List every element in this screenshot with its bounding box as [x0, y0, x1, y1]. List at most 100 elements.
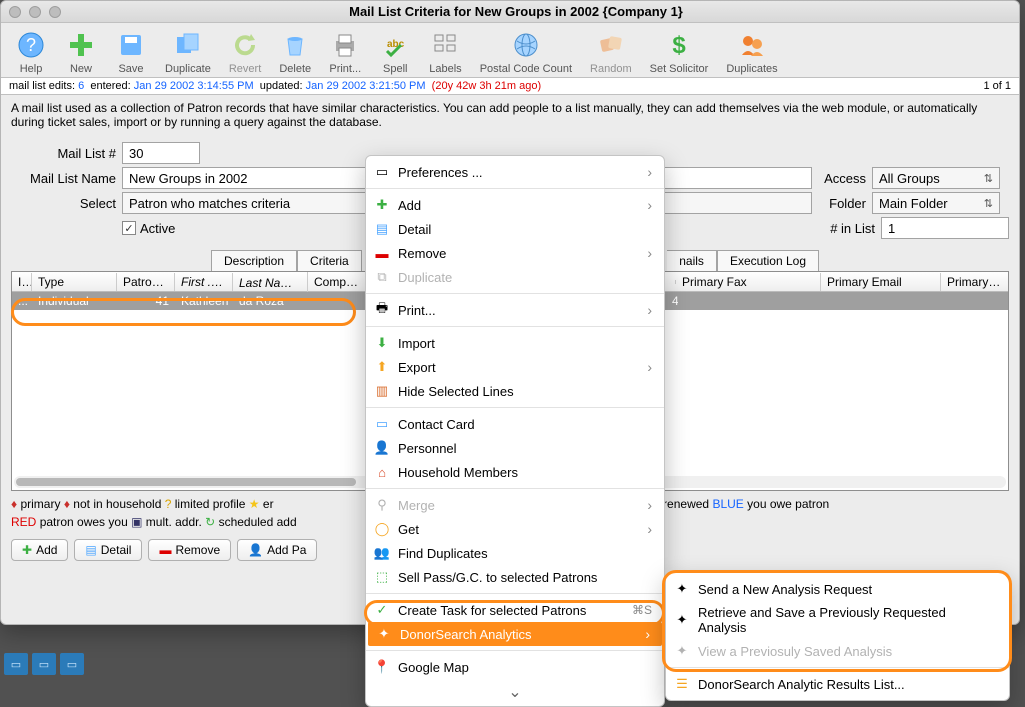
donorsearch-submenu[interactable]: ✦Send a New Analysis Request ✦Retrieve a… — [665, 572, 1010, 701]
chevron-down-icon[interactable]: ⌄ — [366, 679, 664, 702]
mail-list-num-field[interactable] — [122, 142, 200, 164]
menu-contact-card[interactable]: ▭Contact Card — [366, 412, 664, 436]
save-button[interactable]: Save — [109, 27, 153, 77]
mail-list-num-label: Mail List # — [11, 146, 116, 161]
print-button[interactable]: Print... — [323, 27, 367, 77]
revert-button[interactable]: Revert — [223, 27, 267, 77]
add-button[interactable]: ✚Add — [11, 539, 68, 561]
detail-button[interactable]: ▤Detail — [74, 539, 142, 561]
menu-import[interactable]: ⬇Import — [366, 331, 664, 355]
detail-icon: ▤ — [374, 221, 390, 237]
status-bar: mail list edits: 6 entered: Jan 29 2002 … — [1, 78, 1019, 95]
merge-icon: ⚲ — [374, 497, 390, 513]
chevron-right-icon: › — [647, 359, 652, 375]
submenu-retrieve[interactable]: ✦Retrieve and Save a Previously Requeste… — [666, 601, 1009, 639]
record-pager: 1 of 1 — [983, 80, 1011, 92]
menu-donorsearch[interactable]: ✦DonorSearch Analytics› — [368, 622, 662, 646]
menu-sell-pass[interactable]: ⬚Sell Pass/G.C. to selected Patrons — [366, 565, 664, 589]
duplicate-button[interactable]: Duplicate — [159, 27, 217, 77]
access-select[interactable]: All Groups⇅ — [872, 167, 1000, 189]
col-primary-email[interactable]: Primary Email — [821, 273, 941, 291]
trash-icon — [279, 29, 311, 61]
mail-list-name-label: Mail List Name — [11, 171, 116, 186]
col-patron[interactable]: Patron # — [117, 273, 175, 291]
plus-icon: ✚ — [22, 543, 32, 557]
delete-button[interactable]: Delete — [273, 27, 317, 77]
zoom-window-button[interactable] — [49, 6, 61, 18]
col-icon[interactable]: I... — [12, 273, 32, 291]
menu-google-map[interactable]: 📍Google Map — [366, 655, 664, 679]
menu-detail[interactable]: ▤Detail — [366, 217, 664, 241]
toolbar: ?Help New Save Duplicate Revert Delete P… — [1, 23, 1019, 78]
col-primary-w[interactable]: Primary W... — [941, 273, 1008, 291]
menu-preferences[interactable]: ▭Preferences ...› — [366, 160, 664, 184]
window-icon: ▭ — [374, 164, 390, 180]
context-menu[interactable]: ▭Preferences ...› ✚Add› ▤Detail ▬Remove›… — [365, 155, 665, 707]
menu-duplicate: ⧉Duplicate — [366, 265, 664, 289]
chevron-updown-icon: ⇅ — [984, 197, 993, 210]
postal-count-button[interactable]: Postal Code Count — [474, 27, 578, 77]
dock-item[interactable]: ▭ — [60, 653, 84, 675]
folder-select[interactable]: Main Folder⇅ — [872, 192, 1000, 214]
plus-icon — [65, 29, 97, 61]
minus-icon: ▬ — [374, 245, 390, 261]
duplicate-icon — [172, 29, 204, 61]
chevron-right-icon: › — [647, 521, 652, 537]
menu-print[interactable]: 🖶Print...› — [366, 298, 664, 322]
duplicate-icon: ⧉ — [374, 269, 390, 285]
submenu-view: ✦View a Previosuly Saved Analysis — [666, 639, 1009, 663]
menu-add[interactable]: ✚Add› — [366, 193, 664, 217]
add-patron-button[interactable]: 👤Add Pa — [237, 539, 317, 561]
menu-export[interactable]: ⬆Export› — [366, 355, 664, 379]
menu-find-duplicates[interactable]: 👥Find Duplicates — [366, 541, 664, 565]
people-icon — [736, 29, 768, 61]
revert-icon — [229, 29, 261, 61]
scroll-thumb[interactable] — [16, 478, 356, 486]
tab-mails[interactable]: nails — [667, 250, 717, 271]
dock-item[interactable]: ▭ — [4, 653, 28, 675]
menu-merge: ⚲Merge› — [366, 493, 664, 517]
menu-household[interactable]: ⌂Household Members — [366, 460, 664, 484]
menu-remove[interactable]: ▬Remove› — [366, 241, 664, 265]
chevron-right-icon: › — [647, 245, 652, 261]
menu-get[interactable]: ◯Get› — [366, 517, 664, 541]
col-type[interactable]: Type — [32, 273, 117, 291]
set-solicitor-button[interactable]: $Set Solicitor — [644, 27, 715, 77]
traffic-lights — [9, 6, 61, 18]
tab-criteria[interactable]: Criteria — [297, 250, 362, 271]
chevron-updown-icon: ⇅ — [984, 172, 993, 185]
labels-button[interactable]: Labels — [423, 27, 467, 77]
folder-label: Folder — [818, 196, 866, 211]
list-icon: ☰ — [674, 676, 690, 692]
new-button[interactable]: New — [59, 27, 103, 77]
close-window-button[interactable] — [9, 6, 21, 18]
detail-icon: ▤ — [85, 543, 96, 557]
col-company[interactable]: Compa... — [308, 273, 366, 291]
col-primary-fax[interactable]: Primary Fax — [676, 273, 821, 291]
spell-button[interactable]: abcSpell — [373, 27, 417, 77]
chevron-right-icon: › — [647, 197, 652, 213]
plus-icon: ✚ — [374, 197, 390, 213]
remove-button[interactable]: ▬Remove — [148, 539, 231, 561]
col-first[interactable]: First ... ^ — [175, 273, 233, 291]
dock-item[interactable]: ▭ — [32, 653, 56, 675]
active-checkbox[interactable]: ✓Active — [122, 221, 175, 236]
col-last[interactable]: Last Name1 — [233, 272, 308, 292]
minimize-window-button[interactable] — [29, 6, 41, 18]
help-button[interactable]: ?Help — [9, 27, 53, 77]
submenu-send-request[interactable]: ✦Send a New Analysis Request — [666, 577, 1009, 601]
num-in-list-field[interactable] — [881, 217, 1009, 239]
print-icon — [329, 29, 361, 61]
menu-personnel[interactable]: 👤Personnel — [366, 436, 664, 460]
tab-execution-log[interactable]: Execution Log — [717, 250, 819, 271]
menu-create-task[interactable]: ✓Create Task for selected Patrons⌘S — [366, 598, 664, 622]
random-button[interactable]: Random — [584, 27, 638, 77]
shortcut-text: ⌘S — [632, 603, 652, 617]
menu-hide-selected[interactable]: ▥Hide Selected Lines — [366, 379, 664, 403]
duplicates-button[interactable]: Duplicates — [720, 27, 783, 77]
tab-description[interactable]: Description — [211, 250, 297, 271]
person-icon: 👤 — [374, 440, 390, 456]
submenu-results-list[interactable]: ☰DonorSearch Analytic Results List... — [666, 672, 1009, 696]
person-plus-icon: 👤 — [248, 543, 263, 557]
age-text: (20y 42w 3h 21m ago) — [432, 80, 541, 92]
